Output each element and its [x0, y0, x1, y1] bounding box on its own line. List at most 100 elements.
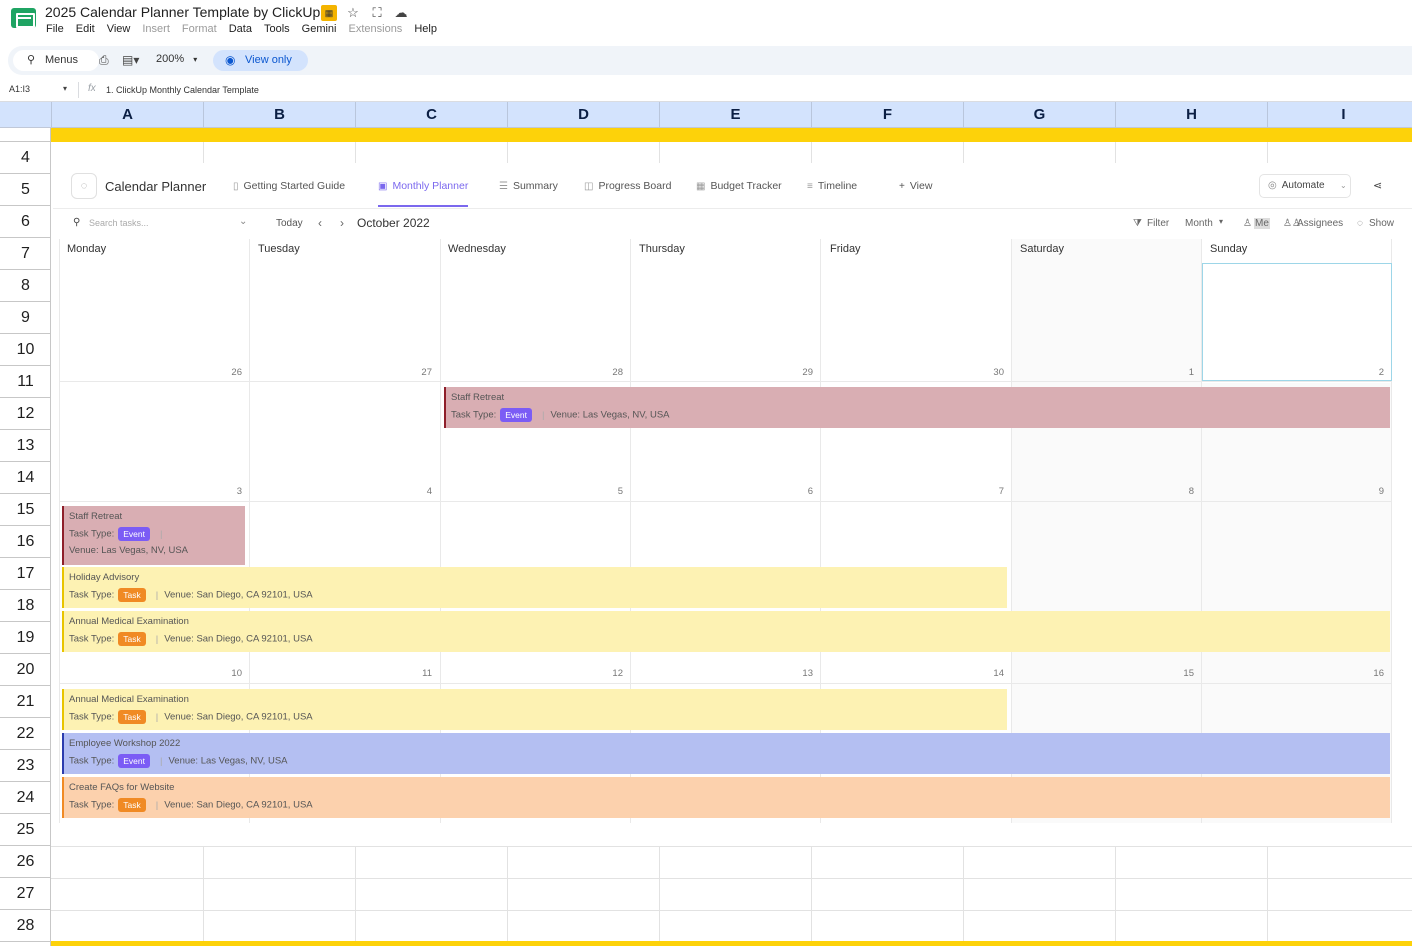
row-header[interactable]: 17 [0, 558, 51, 590]
column-header-c[interactable]: C [355, 102, 507, 128]
me-filter: Me [1254, 218, 1270, 229]
menu-data[interactable]: Data [229, 23, 252, 35]
name-box[interactable]: A1:I3 [9, 84, 30, 94]
grid-line [203, 846, 204, 941]
menu-view[interactable]: View [107, 23, 131, 35]
row-header[interactable]: 10 [0, 334, 51, 366]
day-number: 27 [421, 367, 432, 378]
row-header[interactable]: 25 [0, 814, 51, 846]
day-number: 3 [236, 486, 242, 497]
grid-line [507, 142, 508, 164]
row-header[interactable]: 12 [0, 398, 51, 430]
row-header[interactable]: 28 [0, 910, 51, 942]
divider [78, 82, 79, 98]
document-title[interactable]: 2025 Calendar Planner Template by ClickU… [45, 4, 320, 20]
title-bar: 2025 Calendar Planner Template by ClickU… [0, 0, 1412, 44]
menu-tools[interactable]: Tools [264, 23, 290, 35]
row-header[interactable]: 22 [0, 718, 51, 750]
eye-icon: ◌ [1357, 218, 1363, 229]
row-header[interactable]: 6 [0, 206, 51, 238]
star-icon[interactable]: ☆ [345, 5, 361, 21]
fx-icon: fx [88, 83, 96, 94]
column-header-i[interactable]: I [1267, 102, 1412, 128]
day-number: 4 [426, 486, 432, 497]
column-header-f[interactable]: F [811, 102, 963, 128]
row-header[interactable]: 9 [0, 302, 51, 334]
day-header-monday: Monday [67, 243, 107, 255]
move-folder-icon[interactable]: ⛶ [369, 5, 385, 21]
row-header[interactable]: 24 [0, 782, 51, 814]
calendar-line [59, 239, 60, 823]
column-header-b[interactable]: B [203, 102, 355, 128]
day-number: 11 [422, 668, 432, 679]
print-icon[interactable]: ⎙ [99, 52, 109, 68]
clickup-calendar-image[interactable]: ◌ Calendar Planner ▯ Getting Started Guid… [53, 163, 1412, 846]
event-title: Annual Medical Examination [69, 616, 189, 627]
formula-content[interactable]: 1. ClickUp Monthly Calendar Template [106, 85, 259, 95]
filter-label: Filter [1147, 218, 1170, 229]
chevron-right-icon: › [340, 216, 344, 230]
automate-button: ◎ Automate ⌄ [1259, 174, 1351, 198]
row-header[interactable]: 23 [0, 750, 51, 782]
row-header[interactable]: 19 [0, 622, 51, 654]
slides-badge-icon[interactable]: ▦ [321, 5, 337, 21]
cloud-status-icon[interactable]: ☁ [393, 5, 409, 21]
menu-gemini[interactable]: Gemini [302, 23, 337, 35]
menu-file[interactable]: File [46, 23, 64, 35]
day-number: 1 [1188, 367, 1194, 378]
calendar-event: Staff Retreat Task Type: Event | Venue: Las… [444, 387, 1390, 428]
sheets-logo-icon[interactable] [11, 8, 36, 28]
tab-add-view: + View [899, 180, 933, 192]
table-icon: ▦ [696, 181, 706, 192]
row-header[interactable]: 16 [0, 526, 51, 558]
week-divider [59, 501, 1391, 502]
clickup-top-bar: ◌ Calendar Planner ▯ Getting Started Guid… [53, 163, 1412, 209]
event-badge: Event [118, 527, 150, 541]
day-number: 10 [231, 668, 242, 679]
task-badge: Task [118, 710, 146, 724]
tab-monthly-planner: ▣ Monthly Planner [378, 175, 469, 207]
list-icon: ☰ [499, 181, 508, 192]
row-header[interactable]: 21 [0, 686, 51, 718]
row-header-partial[interactable] [0, 128, 51, 142]
row-header[interactable]: 18 [0, 590, 51, 622]
row-header[interactable]: 11 [0, 366, 51, 398]
event-venue-line: Venue: Las Vegas, NV, USA [69, 545, 189, 556]
column-header-g[interactable]: G [963, 102, 1115, 128]
grid-line [507, 846, 508, 941]
zoom-select[interactable]: 200% ▾ [156, 53, 197, 65]
column-header-a[interactable]: A [51, 102, 203, 128]
event-badge: Event [118, 754, 150, 768]
show-label: Show [1369, 218, 1395, 229]
paint-format-icon[interactable]: ▤▾ [122, 52, 139, 68]
menu-edit[interactable]: Edit [76, 23, 95, 35]
row-header[interactable]: 27 [0, 878, 51, 910]
row-header[interactable]: 14 [0, 462, 51, 494]
event-title: Annual Medical Examination [69, 694, 189, 705]
calendar-event: Annual Medical Examination Task Type: Tas… [62, 611, 1390, 652]
row-header[interactable]: 8 [0, 270, 51, 302]
calendar-icon: ▣ [378, 181, 388, 192]
event-details: Task Type: Task | Venue: San Diego, CA 9210… [69, 588, 313, 602]
grid-line [811, 142, 812, 164]
row-header[interactable]: 7 [0, 238, 51, 270]
row-header[interactable]: 26 [0, 846, 51, 878]
column-header-h[interactable]: H [1115, 102, 1267, 128]
clickup-calendar-toolbar: ⚲ Search tasks... ⌄ Today ‹ › October 20… [53, 210, 1412, 238]
search-menus-button[interactable]: ⚲ Menus [13, 50, 99, 71]
row-header[interactable]: 5 [0, 174, 51, 206]
calendar-event: Annual Medical Examination Task Type: Tas… [62, 689, 1007, 730]
day-header-tuesday: Tuesday [258, 243, 300, 255]
grid-line [203, 142, 204, 164]
today-cell [1202, 263, 1392, 381]
row-header[interactable]: 4 [0, 142, 51, 174]
row-header[interactable]: 13 [0, 430, 51, 462]
column-header-d[interactable]: D [507, 102, 659, 128]
menu-help[interactable]: Help [414, 23, 437, 35]
row-header[interactable]: 15 [0, 494, 51, 526]
event-title: Employee Workshop 2022 [69, 738, 181, 749]
chevron-down-icon[interactable]: ▾ [63, 84, 67, 93]
row-header[interactable]: 20 [0, 654, 51, 686]
column-header-e[interactable]: E [659, 102, 811, 128]
view-only-button[interactable]: ◉ View only [213, 50, 308, 71]
